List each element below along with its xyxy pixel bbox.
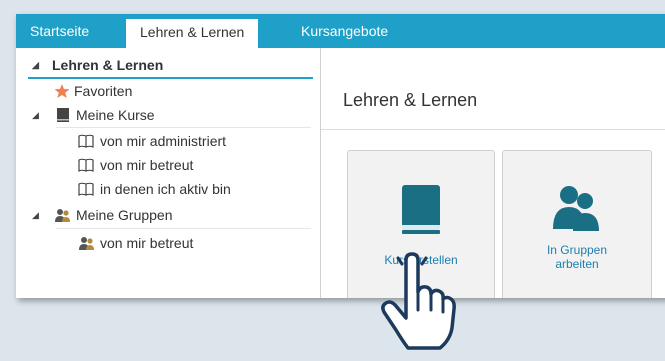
- top-navigation-bar: Startseite Lehren & Lernen Kursangebote: [16, 14, 665, 53]
- tree-item-label: von mir betreut: [100, 157, 194, 173]
- tree-item-label: Meine Gruppen: [76, 207, 173, 223]
- tree-item-label: von mir administriert: [100, 133, 227, 149]
- work-in-groups-tile[interactable]: In Gruppen arbeiten: [502, 150, 652, 298]
- group-icon: [79, 237, 94, 250]
- collapse-arrow-icon[interactable]: ◢: [32, 104, 39, 126]
- tab-startseite[interactable]: Startseite: [30, 14, 89, 48]
- pointer-hand-icon: [381, 252, 456, 350]
- tree-item-label: Lehren & Lernen: [52, 57, 164, 73]
- app-window: Startseite Lehren & Lernen Kursangebote …: [16, 14, 665, 298]
- star-icon: [54, 84, 70, 98]
- work-in-groups-label-line2: arbeiten: [555, 257, 599, 271]
- title-divider: [321, 129, 665, 130]
- open-book-icon: [78, 158, 94, 172]
- book-icon: [57, 108, 69, 122]
- main-content: Lehren & Lernen Kurs erstellen In Gruppe…: [321, 48, 665, 298]
- work-in-groups-label-line1: In Gruppen: [546, 243, 608, 257]
- collapse-arrow-icon[interactable]: ◢: [32, 54, 39, 76]
- tab-kursangebote[interactable]: Kursangebote: [301, 14, 388, 48]
- tree-item-label: von mir betreut: [100, 235, 194, 251]
- book-icon: [402, 185, 440, 234]
- tree-item-label: Favoriten: [74, 83, 133, 99]
- collapse-arrow-icon[interactable]: ◢: [32, 204, 39, 226]
- sidebar-tree: ◢ Lehren & Lernen Favoriten ◢ Meine Kurs…: [16, 48, 321, 298]
- open-book-icon: [78, 134, 94, 148]
- tree-item-label: Meine Kurse: [76, 107, 155, 123]
- group-icon: [55, 209, 70, 222]
- tree-separator: [56, 127, 311, 128]
- page-title: Lehren & Lernen: [343, 90, 478, 110]
- tree-separator: [56, 228, 311, 229]
- group-icon: [553, 186, 599, 231]
- open-book-icon: [78, 182, 94, 196]
- tree-active-underline: [28, 77, 313, 79]
- tree-item-label: in denen ich aktiv bin: [100, 181, 231, 197]
